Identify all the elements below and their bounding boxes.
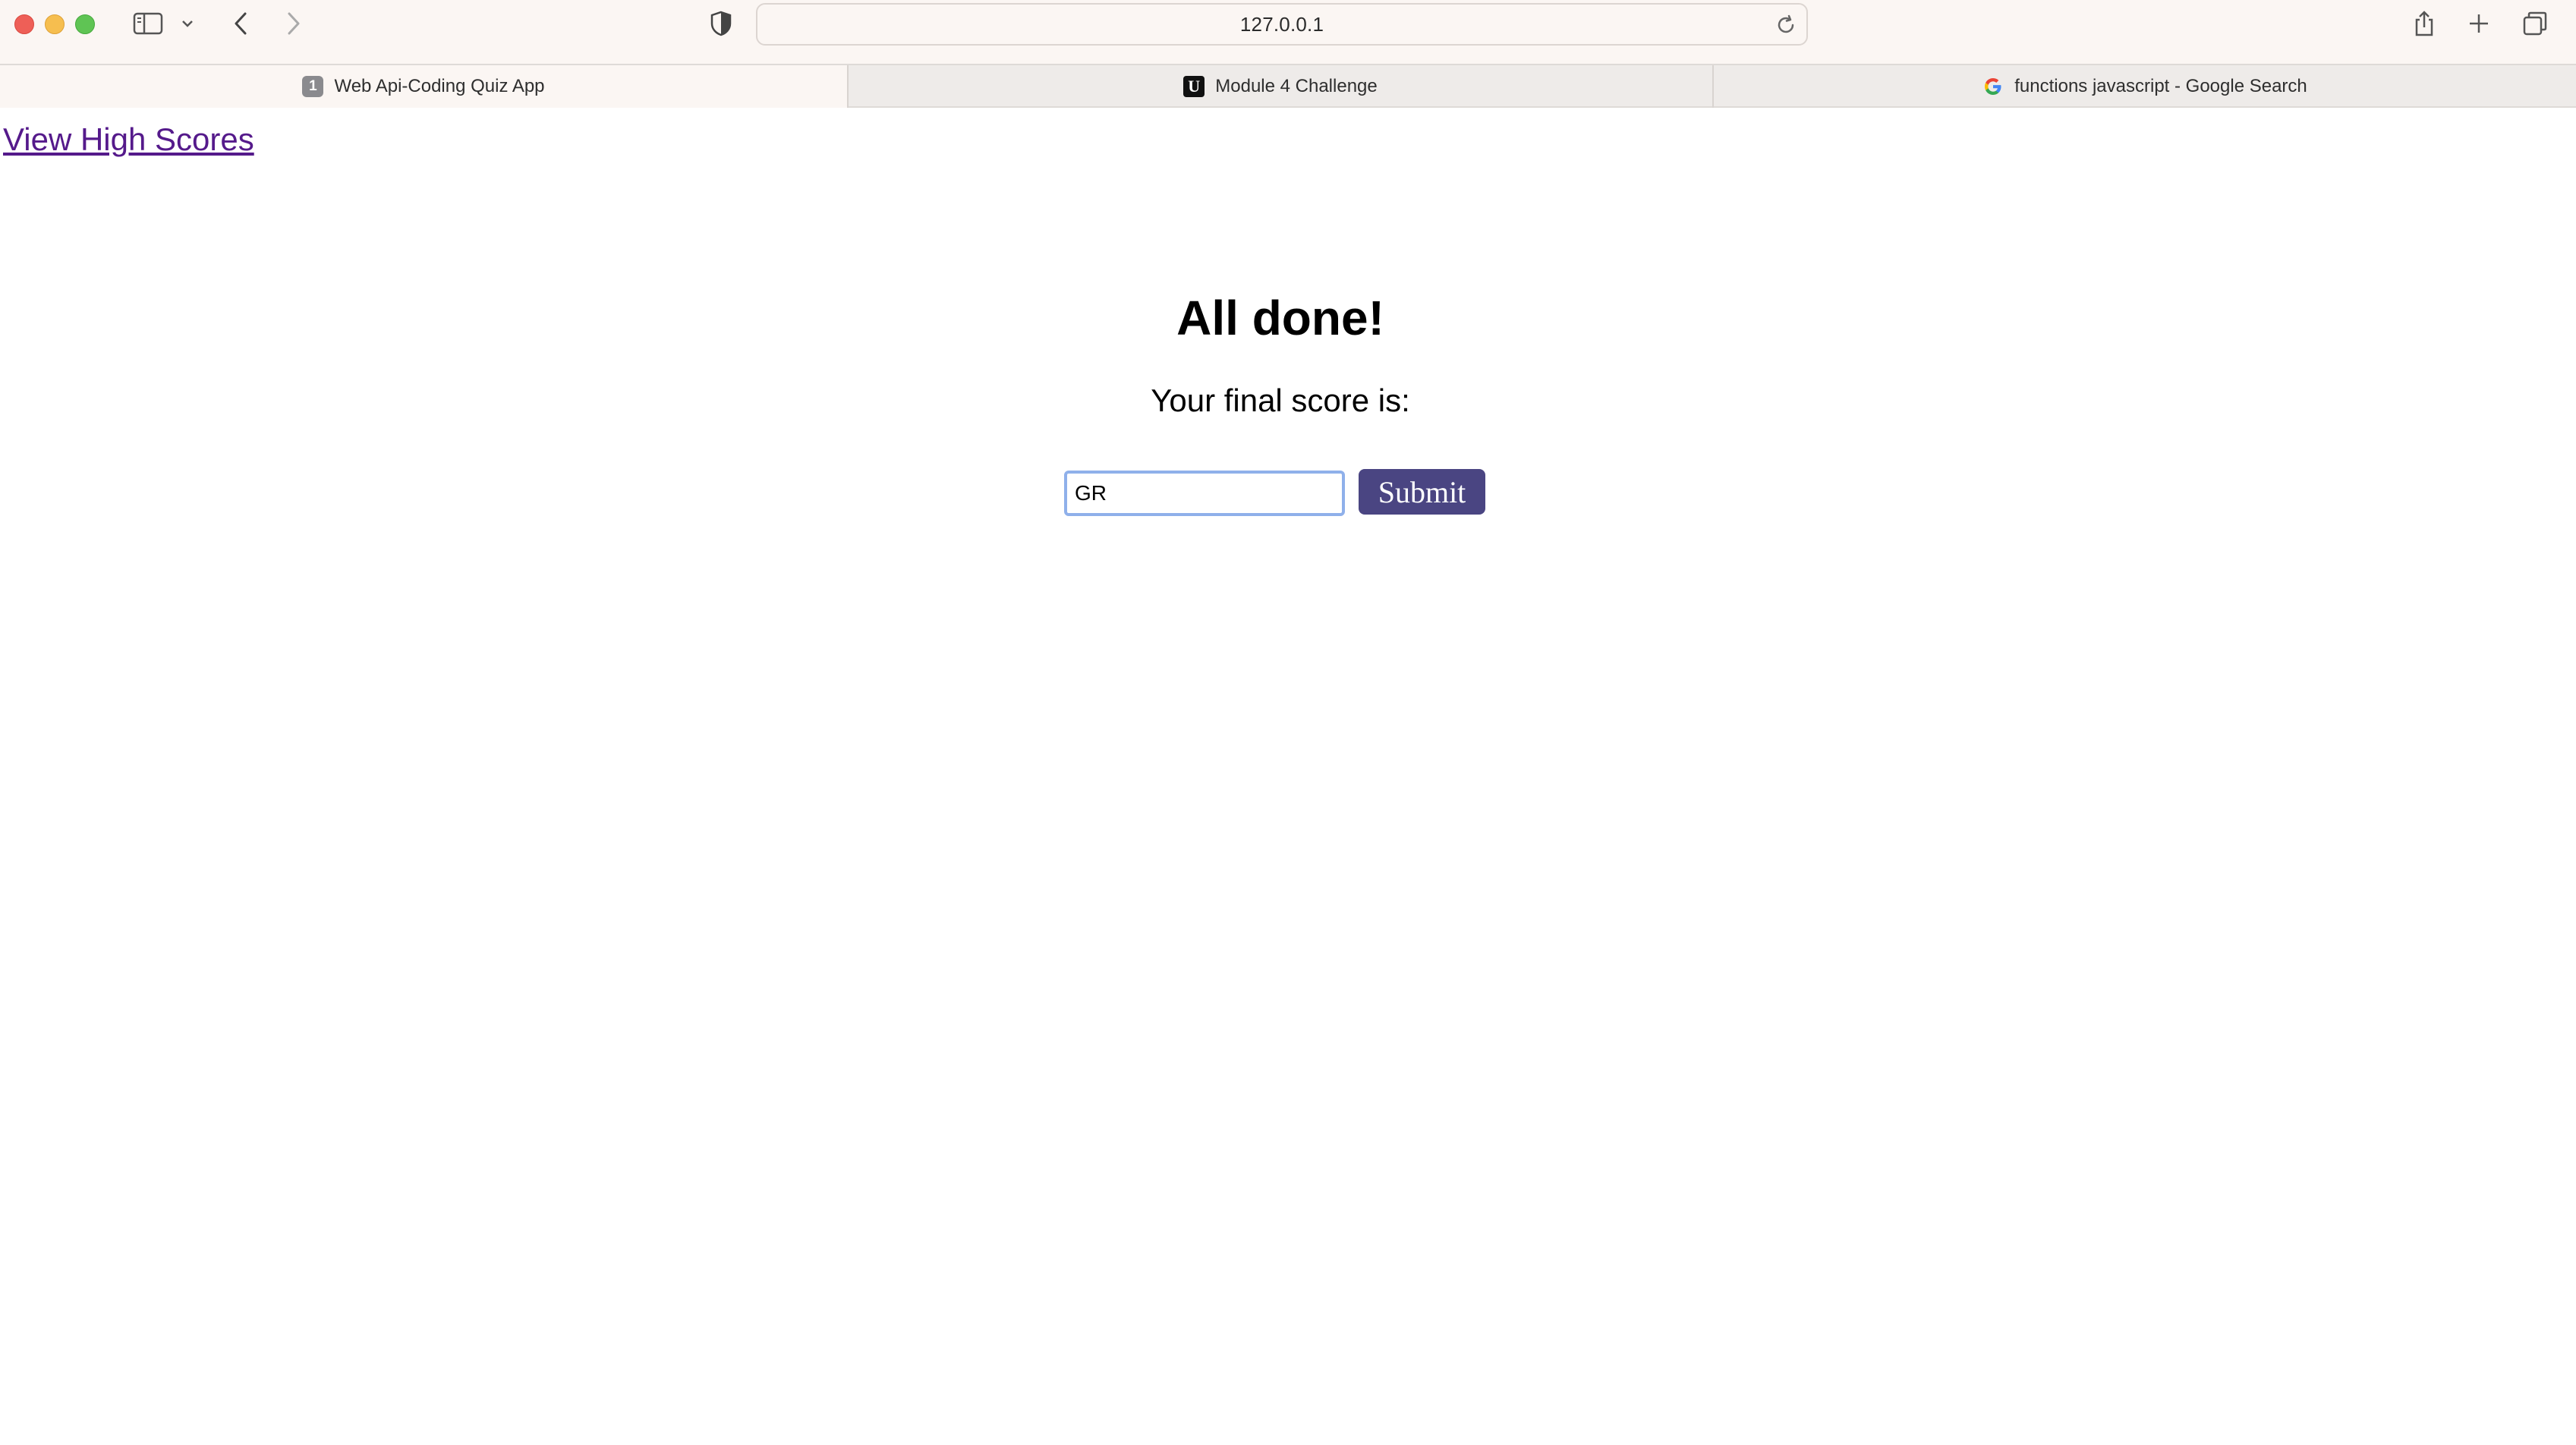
tab-label: Module 4 Challenge <box>1215 76 1378 96</box>
tab-number-icon: 1 <box>302 76 324 97</box>
initials-input[interactable] <box>1064 471 1345 516</box>
page-content: View High Scores All done! Your final sc… <box>0 108 2576 1445</box>
page-title: All done! <box>1176 291 1384 345</box>
window-minimize-button[interactable] <box>45 14 65 34</box>
sidebar-toggle-icon[interactable] <box>131 6 165 41</box>
window-close-button[interactable] <box>14 14 34 34</box>
view-high-scores-link[interactable]: View High Scores <box>3 121 254 158</box>
address-bar[interactable]: 127.0.0.1 <box>756 3 1808 46</box>
tab-label: functions javascript - Google Search <box>2014 76 2307 96</box>
u-logo-icon: U <box>1183 76 1205 97</box>
submit-button[interactable]: Submit <box>1359 469 1485 515</box>
forward-arrow-icon[interactable] <box>281 6 307 41</box>
url-text: 127.0.0.1 <box>1239 12 1324 36</box>
reload-icon[interactable] <box>1775 14 1797 40</box>
browser-toolbar: 127.0.0.1 <box>0 0 2576 64</box>
tab-google-search[interactable]: functions javascript - Google Search <box>1714 65 2576 108</box>
tab-quiz-app[interactable]: 1 Web Api-Coding Quiz App <box>0 65 849 108</box>
privacy-shield-icon[interactable] <box>706 6 736 41</box>
final-score-text: Your final score is: <box>1151 382 1410 418</box>
tab-module-4-challenge[interactable]: U Module 4 Challenge <box>849 65 1714 108</box>
tab-bar: 1 Web Api-Coding Quiz App U Module 4 Cha… <box>0 64 2576 108</box>
back-arrow-icon[interactable] <box>228 6 254 41</box>
google-icon <box>1982 76 2004 97</box>
window-maximize-button[interactable] <box>75 14 95 34</box>
tab-label: Web Api-Coding Quiz App <box>334 76 545 96</box>
share-icon[interactable] <box>2409 6 2439 41</box>
chevron-down-icon[interactable] <box>178 6 197 41</box>
tab-overview-icon[interactable] <box>2520 6 2550 41</box>
new-tab-plus-icon[interactable] <box>2464 6 2494 41</box>
